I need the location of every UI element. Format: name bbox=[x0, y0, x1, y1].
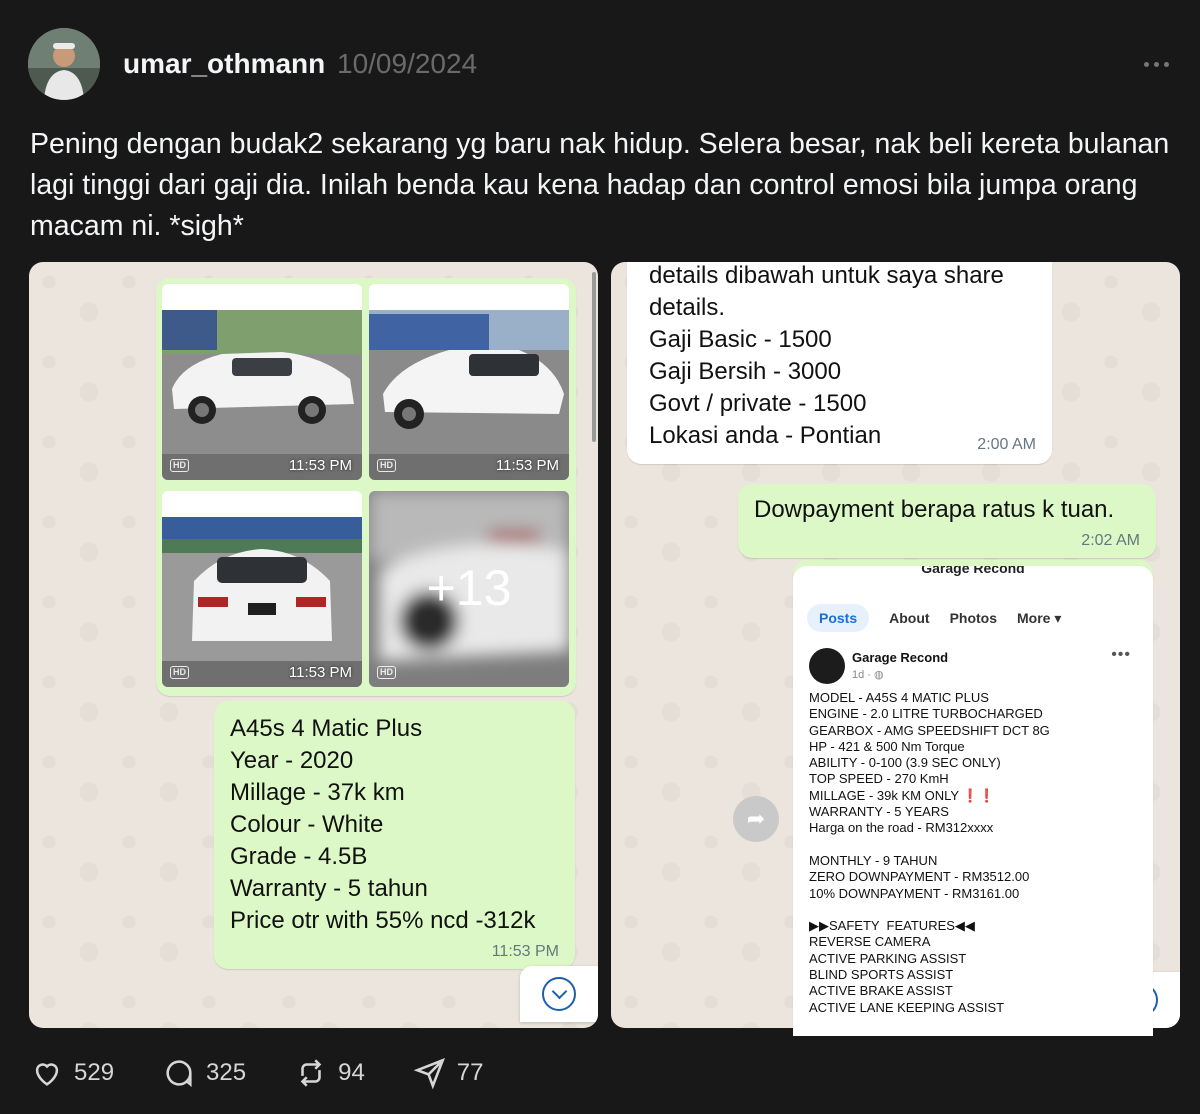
repost-icon bbox=[300, 1059, 322, 1087]
fb-tabs: Posts About Photos More ▾ bbox=[807, 604, 1061, 632]
hd-badge: HD bbox=[377, 459, 396, 472]
outgoing-text: Dowpayment berapa ratus k tuan. bbox=[754, 496, 1115, 523]
repost-count: 94 bbox=[338, 1059, 365, 1086]
comment-icon bbox=[166, 1060, 192, 1088]
share-count: 77 bbox=[456, 1059, 484, 1086]
more-photos-tile[interactable]: +13 HD bbox=[369, 491, 569, 687]
tab-more[interactable]: More ▾ bbox=[1017, 610, 1061, 627]
tab-posts[interactable]: Posts bbox=[807, 604, 870, 632]
post-text: Pening dengan budak2 sekarang yg baru na… bbox=[30, 128, 1170, 242]
outgoing-time: 2:02 AM bbox=[1081, 532, 1140, 549]
fb-more-icon: ••• bbox=[1111, 646, 1131, 663]
scrollbar bbox=[592, 272, 596, 442]
fb-page-avatar bbox=[809, 648, 845, 684]
fb-page-name: Garage Recond bbox=[852, 650, 949, 665]
car-details-text: A45s 4 Matic Plus Year - 2020 Millage - … bbox=[230, 715, 536, 934]
action-bar: 529 325 94 77 bbox=[30, 1056, 532, 1090]
hd-badge: HD bbox=[377, 666, 396, 679]
username[interactable]: umar_othmann bbox=[123, 48, 325, 80]
chevron-down-icon bbox=[542, 977, 576, 1011]
hd-badge: HD bbox=[170, 666, 189, 679]
fb-post-body: MODEL - A45S 4 MATIC PLUS ENGINE - 2.0 L… bbox=[809, 690, 1050, 1015]
facebook-screenshot[interactable]: Garage Recond Posts About Photos More ▾ … bbox=[793, 566, 1153, 1036]
car-photo-rear: HD 11:53 PM bbox=[162, 491, 362, 687]
outgoing-message: Dowpayment berapa ratus k tuan. 2:02 AM bbox=[738, 484, 1156, 558]
scroll-down-button[interactable] bbox=[520, 966, 598, 1022]
chat-screenshot-left[interactable]: HD 11:53 PM HD 11:53 PM HD 11:53 PM +13 … bbox=[29, 262, 598, 1028]
tab-photos[interactable]: Photos bbox=[950, 610, 997, 626]
avatar[interactable] bbox=[28, 28, 100, 100]
incoming-time: 2:00 AM bbox=[977, 436, 1036, 453]
tab-about[interactable]: About bbox=[889, 610, 929, 626]
car-photo-front: HD 11:53 PM bbox=[162, 284, 362, 480]
incoming-text: details dibawah untuk saya share details… bbox=[649, 262, 1004, 449]
photo-time: 11:53 PM bbox=[495, 457, 559, 474]
reply-count: 325 bbox=[206, 1059, 247, 1086]
hd-badge: HD bbox=[170, 459, 189, 472]
like-count: 529 bbox=[74, 1059, 115, 1086]
incoming-message: details dibawah untuk saya share details… bbox=[627, 262, 1052, 464]
more-photos-count: +13 bbox=[426, 560, 512, 616]
fb-page-title: Garage Recond bbox=[921, 566, 1025, 576]
message-time: 11:53 PM bbox=[491, 943, 559, 960]
car-details-message: A45s 4 Matic Plus Year - 2020 Millage - … bbox=[214, 701, 575, 969]
car-photo-rear-angle: HD 11:53 PM bbox=[369, 284, 569, 480]
share-button[interactable]: 77 bbox=[413, 1056, 484, 1090]
photo-time: 11:53 PM bbox=[288, 457, 352, 474]
post-date: 10/09/2024 bbox=[337, 48, 478, 79]
reply-button[interactable]: 325 bbox=[162, 1056, 246, 1090]
like-button[interactable]: 529 bbox=[30, 1056, 114, 1090]
fb-post-time: 1d · ◍ bbox=[852, 669, 884, 681]
forward-icon[interactable]: ➦ bbox=[733, 796, 779, 842]
photo-time: 11:53 PM bbox=[288, 664, 352, 681]
send-icon bbox=[413, 1058, 445, 1090]
repost-button[interactable]: 94 bbox=[294, 1056, 365, 1090]
heart-icon bbox=[35, 1063, 59, 1086]
more-options-icon[interactable] bbox=[1144, 56, 1176, 72]
